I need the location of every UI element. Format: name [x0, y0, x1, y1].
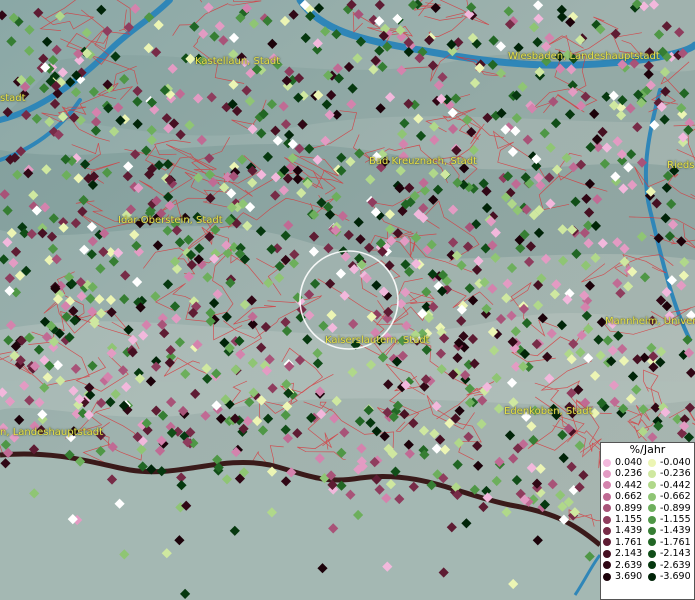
legend-value: -2.143	[660, 548, 691, 560]
legend-value: -1.155	[660, 513, 691, 525]
legend-entry: 2.143	[603, 548, 648, 559]
legend-swatch	[648, 492, 656, 501]
city-label-edenkoben: Edenkoben, Stadt	[504, 406, 593, 417]
legend-entry: -3.690	[648, 571, 693, 582]
legend-row: 3.690 -3.690	[603, 571, 693, 582]
city-label-wiesbaden: Wiesbaden, Landeshauptstadt	[508, 51, 660, 62]
legend-swatch	[648, 515, 656, 524]
legend-value: -1.761	[660, 536, 691, 548]
legend-value: -3.690	[660, 570, 691, 582]
legend-value: 0.040	[615, 457, 643, 468]
city-label-kastellaun: Kastellaun, Stadt	[195, 56, 281, 67]
legend-value: 0.662	[615, 491, 643, 503]
legend-entry: 0.236	[603, 468, 648, 479]
legend-value: -1.439	[660, 525, 691, 537]
legend-value: 1.439	[615, 525, 643, 537]
city-label-mannheim: Mannheim, Univer	[605, 316, 695, 327]
legend-entry: 0.442	[603, 480, 648, 491]
legend-entry: 3.690	[603, 571, 648, 582]
legend-swatch	[603, 527, 611, 536]
legend-row: 0.662 -0.662	[603, 491, 693, 502]
legend-entry: 2.639	[603, 560, 648, 571]
city-label-partial-bottom-left: n, Landeshauptstadt	[0, 427, 104, 438]
legend-entry: -0.040	[648, 457, 693, 468]
legend-row: 0.236 -0.236	[603, 468, 693, 479]
legend-value: 0.899	[615, 502, 643, 514]
legend-entry: -0.899	[648, 503, 693, 514]
legend-title: %/Jahr	[629, 443, 666, 456]
legend-value: 3.690	[615, 570, 643, 582]
legend-swatch	[648, 481, 656, 490]
legend-entry: 1.761	[603, 537, 648, 548]
city-label-partial-left: stadt	[0, 93, 26, 104]
legend-value: 1.761	[615, 536, 643, 548]
legend-value: -0.040	[660, 457, 691, 468]
legend-row: 0.442 -0.442	[603, 480, 693, 491]
legend-swatch	[603, 504, 611, 513]
legend-entry: -2.143	[648, 548, 693, 559]
legend-row: 1.761 -1.761	[603, 537, 693, 548]
city-label-bad-kreuznach: Bad Kreuznach, Stadt	[369, 156, 478, 167]
legend-row: 0.899 -0.899	[603, 503, 693, 514]
legend-entry: -1.155	[648, 514, 693, 525]
legend-swatch	[648, 458, 656, 467]
map-canvas[interactable]	[0, 0, 695, 600]
legend-row: 2.143 -2.143	[603, 548, 693, 559]
city-label-partial-right: Rieds	[667, 160, 695, 171]
legend-row: 1.155 -1.155	[603, 514, 693, 525]
legend-value: -0.442	[660, 479, 691, 491]
legend-value: 0.442	[615, 479, 643, 491]
legend-swatch	[603, 458, 611, 467]
legend-entry: 0.899	[603, 503, 648, 514]
legend: %/Jahr 0.040 -0.040 0.236 -0.236 0.442 -0.442…	[600, 442, 695, 600]
legend-value: -2.639	[660, 559, 691, 571]
legend-grid: 0.040 -0.040 0.236 -0.236 0.442 -0.442 0.662 -0…	[603, 457, 693, 582]
legend-value: 1.155	[615, 513, 643, 525]
legend-swatch	[603, 515, 611, 524]
legend-swatch	[603, 549, 611, 558]
legend-swatch	[603, 492, 611, 501]
legend-entry: 1.439	[603, 525, 648, 536]
legend-entry: -2.639	[648, 560, 693, 571]
legend-swatch	[648, 470, 656, 479]
legend-swatch	[648, 549, 656, 558]
legend-value: -0.236	[660, 468, 691, 480]
legend-swatch	[648, 527, 656, 536]
legend-swatch	[648, 561, 656, 570]
legend-entry: -0.442	[648, 480, 693, 491]
legend-row: 0.040 -0.040	[603, 457, 693, 468]
legend-entry: 1.155	[603, 514, 648, 525]
legend-value: 2.143	[615, 548, 643, 560]
legend-entry: 0.662	[603, 491, 648, 502]
legend-entry: -0.662	[648, 491, 693, 502]
legend-value: 2.639	[615, 559, 643, 571]
city-label-idar-oberstein: Idar-Oberstein, Stadt	[118, 215, 223, 226]
legend-row: 2.639 -2.639	[603, 560, 693, 571]
legend-entry: -1.439	[648, 525, 693, 536]
legend-swatch	[648, 572, 656, 581]
legend-swatch	[603, 470, 611, 479]
city-label-kaiserslautern: Kaiserslautern, Stadt	[325, 335, 430, 346]
legend-swatch	[603, 572, 611, 581]
legend-entry: -1.761	[648, 537, 693, 548]
legend-swatch	[603, 538, 611, 547]
legend-entry: 0.040	[603, 457, 648, 468]
legend-swatch	[648, 504, 656, 513]
legend-swatch	[603, 481, 611, 490]
legend-swatch	[648, 538, 656, 547]
legend-row: 1.439 -1.439	[603, 525, 693, 536]
legend-entry: -0.236	[648, 468, 693, 479]
legend-value: 0.236	[615, 468, 643, 480]
legend-swatch	[603, 561, 611, 570]
legend-value: -0.899	[660, 502, 691, 514]
legend-value: -0.662	[660, 491, 691, 503]
